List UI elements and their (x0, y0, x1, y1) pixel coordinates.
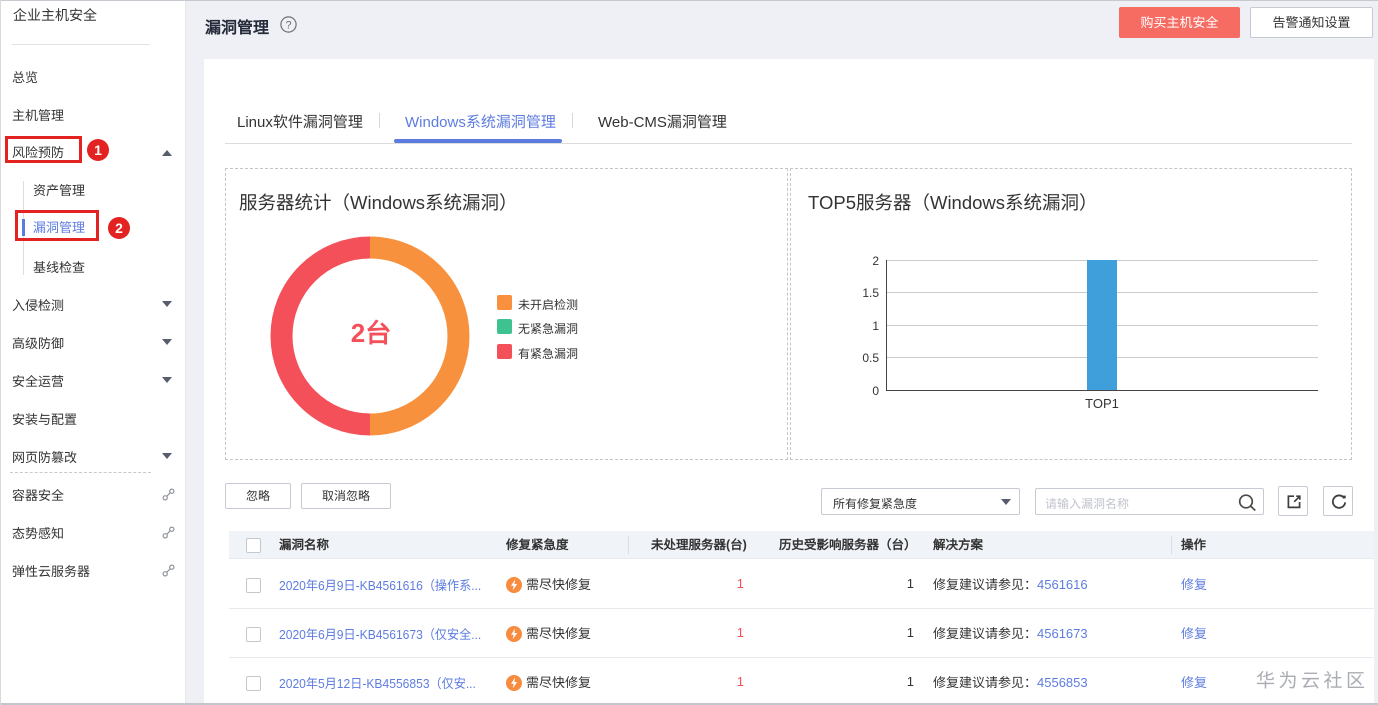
svg-text:?: ? (285, 20, 291, 32)
